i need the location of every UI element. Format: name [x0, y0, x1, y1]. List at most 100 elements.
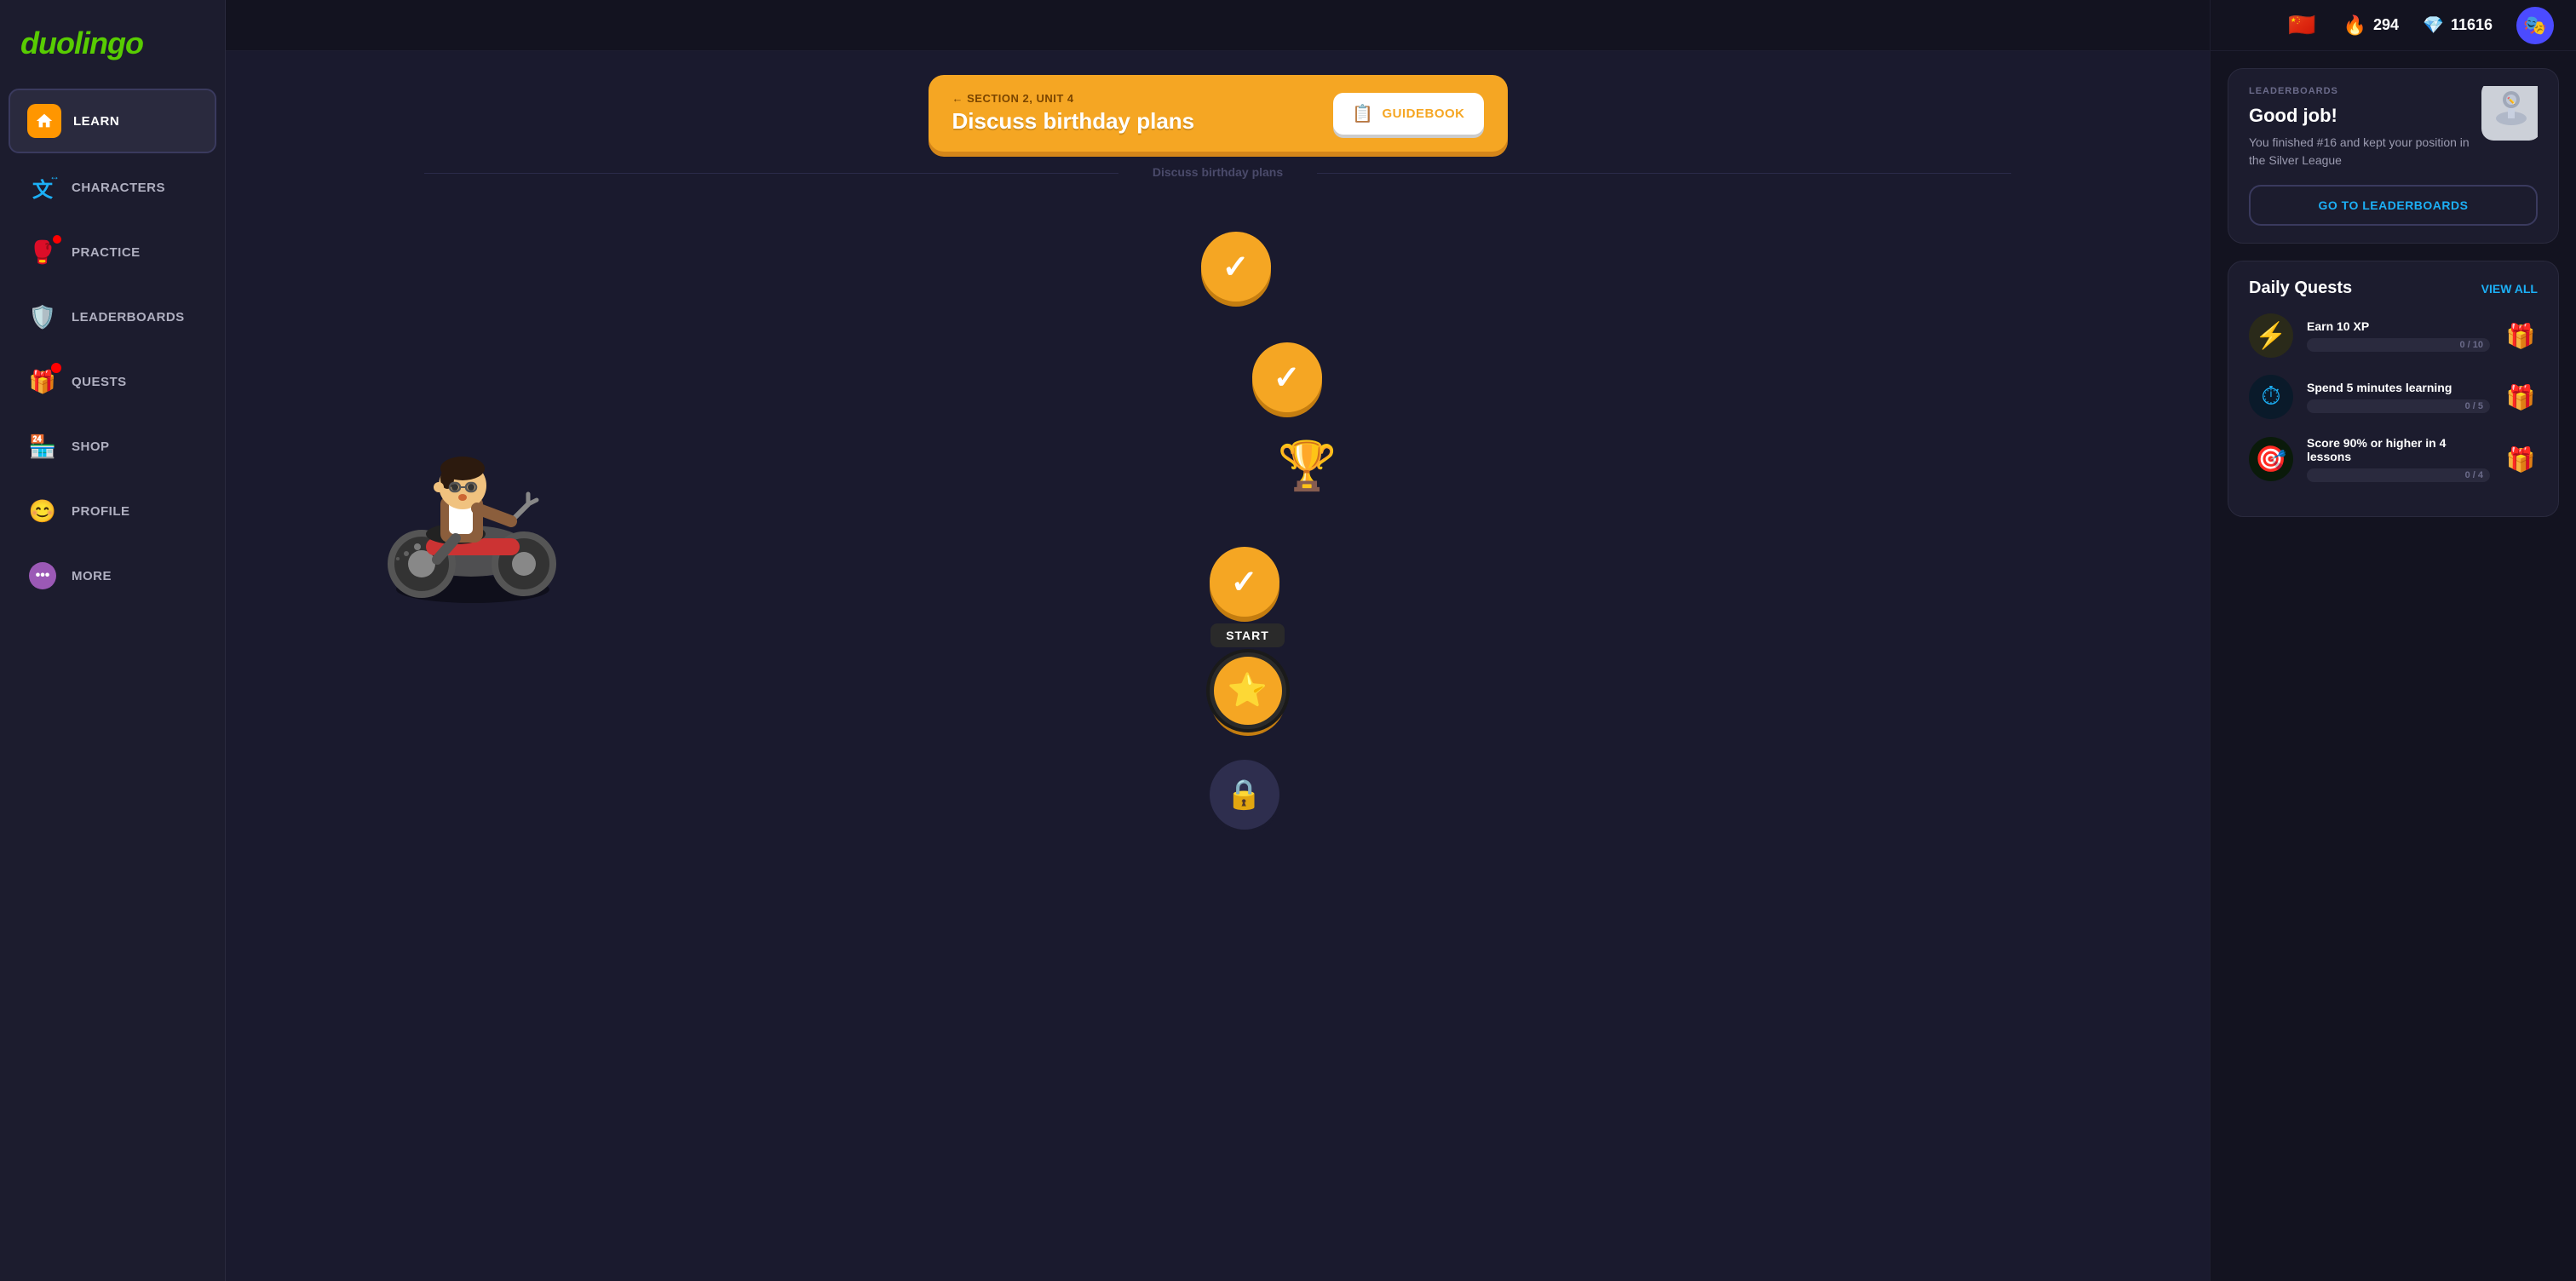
check-icon-1: ✓	[1222, 248, 1250, 286]
character-illustration	[345, 368, 601, 606]
more-icon: •••	[26, 559, 60, 593]
section-header: ← SECTION 2, UNIT 4 Discuss birthday pla…	[929, 75, 1508, 152]
quest-score-name: Score 90% or higher in 4 lessons	[2307, 436, 2490, 463]
sidebar-quests-label: QUESTS	[72, 375, 127, 389]
flag-item[interactable]: 🇨🇳	[2286, 9, 2320, 43]
right-panel: 🇨🇳 🔥 294 💎 11616 🎭 ✏️	[2210, 0, 2576, 1281]
xp-bolt-icon: ⚡	[2255, 321, 2286, 351]
quest-xp-reward-icon: 🎁	[2506, 322, 2536, 350]
topbar	[226, 0, 2210, 51]
gems-item: 💎 11616	[2423, 14, 2493, 36]
quest-time-icon: ⏱	[2249, 375, 2293, 419]
practice-icon: 🥊	[26, 235, 60, 269]
sidebar-profile-label: PROFILE	[72, 504, 130, 519]
go-leaderboards-button[interactable]: GO TO LEADERBOARDS	[2249, 185, 2538, 226]
lesson-node-2[interactable]: ✓	[1252, 342, 1322, 412]
flag-emoji: 🇨🇳	[2288, 12, 2315, 38]
streak-item: 🔥 294	[2343, 14, 2399, 37]
lesson-node-4[interactable]: ✓	[1210, 547, 1279, 617]
sidebar-item-leaderboards[interactable]: 🛡️ LEADERBOARDS	[9, 286, 216, 348]
right-topbar: 🇨🇳 🔥 294 💎 11616 🎭	[2211, 0, 2576, 51]
guidebook-label: GUIDEBOOK	[1382, 106, 1464, 121]
node-circle-star: ⭐	[1210, 652, 1286, 729]
quest-score-reward: 🎁	[2504, 442, 2538, 476]
quests-title: Daily Quests	[2249, 279, 2352, 298]
svg-text:✏️: ✏️	[2507, 96, 2516, 105]
view-all-link[interactable]: VIEW ALL	[2481, 282, 2538, 296]
gems-count: 11616	[2451, 16, 2493, 34]
quest-time-progress-bar: 0 / 5	[2307, 399, 2490, 413]
time-clock-icon: ⏱	[2261, 382, 2280, 411]
sidebar-learn-label: LEARN	[73, 114, 119, 129]
quest-time-name: Spend 5 minutes learning	[2307, 381, 2490, 394]
treasure-node[interactable]: 🏆	[1269, 428, 1346, 504]
unit-divider-label: Discuss birthday plans	[1153, 165, 1283, 179]
quests-header: Daily Quests VIEW ALL	[2249, 279, 2538, 298]
guidebook-icon: 📋	[1352, 103, 1373, 124]
gems-gem-icon: 💎	[2423, 14, 2444, 36]
sidebar-practice-label: PRACTICE	[72, 245, 141, 260]
section-title: Discuss birthday plans	[952, 108, 1195, 135]
quest-score-progress-bar: 0 / 4	[2307, 468, 2490, 482]
sidebar-characters-label: CHARACTERS	[72, 181, 165, 195]
lesson-node-star[interactable]: START ⭐	[1210, 623, 1286, 729]
app-logo: duolingo	[0, 17, 225, 87]
avatar-icon: 🎭	[2523, 14, 2546, 37]
streak-count: 294	[2373, 16, 2399, 34]
quest-item-xp: ⚡ Earn 10 XP 0 / 10 🎁	[2249, 313, 2538, 358]
sidebar-item-profile[interactable]: 😊 PROFILE	[9, 480, 216, 542]
start-label: START	[1210, 623, 1285, 647]
treasure-chest-icon: 🏆	[1269, 428, 1346, 504]
quest-xp-reward: 🎁	[2504, 319, 2538, 353]
sidebar-item-more[interactable]: ••• MORE	[9, 545, 216, 606]
quest-item-score: 🎯 Score 90% or higher in 4 lessons 0 / 4…	[2249, 436, 2538, 482]
home-icon	[27, 104, 61, 138]
avatar[interactable]: 🎭	[2516, 7, 2554, 44]
sidebar-item-characters[interactable]: 文 ↔ CHARACTERS	[9, 157, 216, 218]
sidebar-item-learn[interactable]: LEARN	[9, 89, 216, 153]
lesson-node-1[interactable]: ✓	[1201, 232, 1271, 302]
quest-xp-name: Earn 10 XP	[2307, 319, 2490, 333]
quest-time-progress-text: 0 / 5	[2465, 401, 2483, 411]
quests-icon: 🎁	[26, 365, 60, 399]
characters-icon: 文 ↔	[26, 170, 60, 204]
section-info: ← SECTION 2, UNIT 4 Discuss birthday pla…	[952, 92, 1195, 135]
check-icon-2: ✓	[1274, 359, 1301, 397]
node-circle-4: ✓	[1210, 547, 1279, 617]
quest-time-reward-icon: 🎁	[2506, 383, 2536, 411]
quest-time-reward: 🎁	[2504, 380, 2538, 414]
quest-score-info: Score 90% or higher in 4 lessons 0 / 4	[2307, 436, 2490, 482]
sidebar-item-shop[interactable]: 🏪 SHOP	[9, 416, 216, 477]
node-circle-locked: 🔒	[1210, 760, 1279, 830]
daily-quests-card: Daily Quests VIEW ALL ⚡ Earn 10 XP 0 / 1…	[2228, 261, 2559, 517]
sidebar-shop-label: SHOP	[72, 439, 110, 454]
guidebook-button[interactable]: 📋 GUIDEBOOK	[1333, 93, 1483, 135]
section-back-label[interactable]: ← SECTION 2, UNIT 4	[952, 92, 1195, 105]
unit-divider: Discuss birthday plans	[226, 165, 2210, 181]
content-area: ← SECTION 2, UNIT 4 Discuss birthday pla…	[226, 0, 2210, 1281]
quest-time-info: Spend 5 minutes learning 0 / 5	[2307, 381, 2490, 413]
star-icon: ⭐	[1228, 672, 1268, 709]
sidebar-leaderboards-label: LEADERBOARDS	[72, 310, 185, 325]
check-icon-4: ✓	[1231, 563, 1258, 601]
quest-score-progress-text: 0 / 4	[2465, 470, 2483, 480]
leaderboards-icon: 🛡️	[26, 300, 60, 334]
lesson-node-locked[interactable]: 🔒	[1210, 760, 1279, 830]
go-leaderboards-label: GO TO LEADERBOARDS	[2319, 198, 2469, 212]
quest-score-icon: 🎯	[2249, 437, 2293, 481]
leaderboard-card-inner: ✏️ LEADERBOARDS Good job! You finished #…	[2249, 86, 2538, 185]
quest-xp-progress-text: 0 / 10	[2459, 340, 2483, 350]
quest-item-time: ⏱ Spend 5 minutes learning 0 / 5 🎁	[2249, 375, 2538, 419]
lock-icon: 🔒	[1226, 778, 1262, 812]
flag-icon: 🇨🇳	[2286, 9, 2320, 43]
sidebar-item-quests[interactable]: 🎁 QUESTS	[9, 351, 216, 412]
sidebar-more-label: MORE	[72, 569, 112, 583]
node-circle-2: ✓	[1252, 342, 1322, 412]
streak-fire-icon: 🔥	[2343, 14, 2366, 37]
quest-xp-icon: ⚡	[2249, 313, 2293, 358]
sidebar-item-practice[interactable]: 🥊 PRACTICE	[9, 221, 216, 283]
league-badge: ✏️	[2481, 86, 2538, 141]
shop-icon: 🏪	[26, 429, 60, 463]
node-circle-1: ✓	[1201, 232, 1271, 302]
quest-xp-progress-bar: 0 / 10	[2307, 338, 2490, 352]
